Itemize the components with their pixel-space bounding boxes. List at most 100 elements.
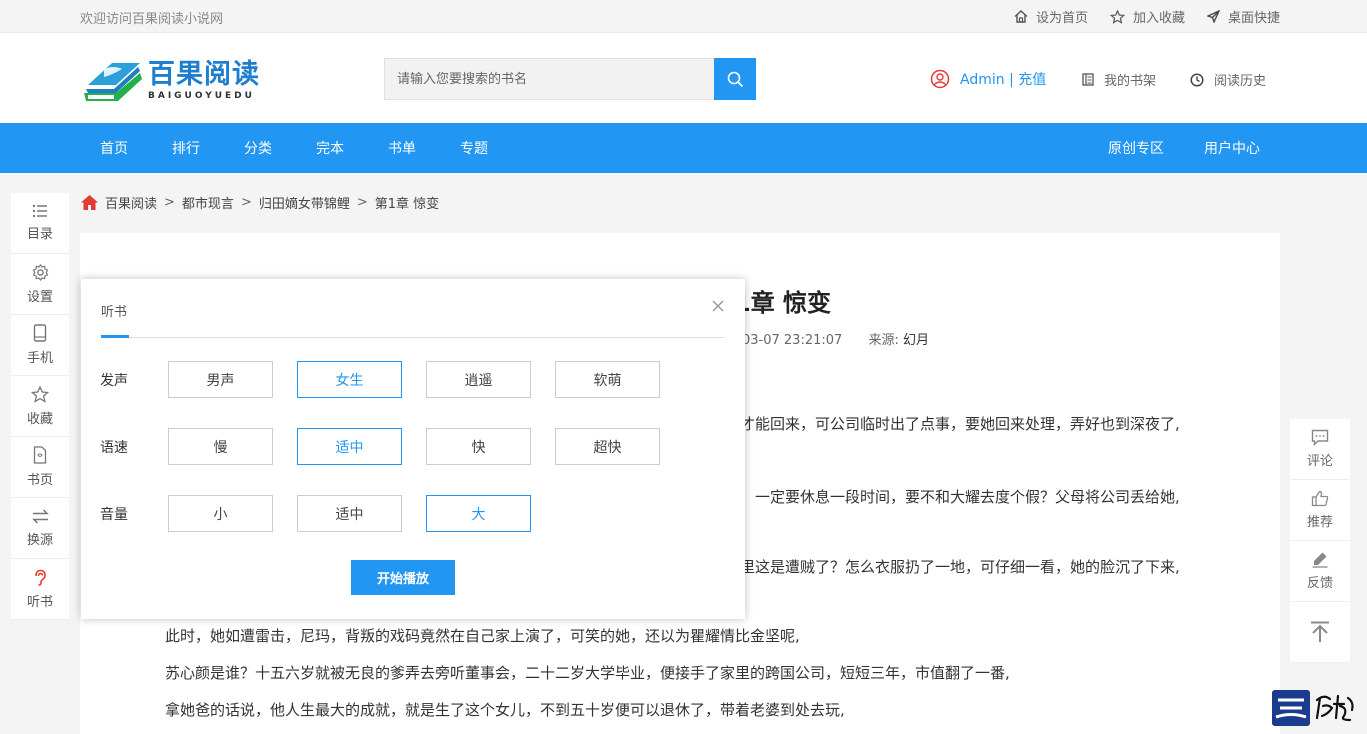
send-icon xyxy=(1206,10,1220,23)
back-to-top-button[interactable] xyxy=(1290,602,1350,663)
reading-history-label: 阅读历史 xyxy=(1214,74,1267,89)
user-area: Admin | 充值 xyxy=(930,69,1046,89)
search-input[interactable] xyxy=(384,58,714,100)
logo-chinese-text: 百果阅读 xyxy=(148,59,260,90)
sidebar-item-label: 设置 xyxy=(26,289,53,305)
sidebar-item-label: 听书 xyxy=(26,594,53,610)
start-playback-button[interactable]: 开始播放 xyxy=(351,560,455,595)
divider xyxy=(101,337,725,338)
set-homepage-link[interactable]: 设为首页 xyxy=(1014,7,1088,26)
sidebar-item-label: 推荐 xyxy=(1306,515,1333,530)
volume-option-high[interactable]: 大 xyxy=(426,495,531,532)
my-bookshelf-link[interactable]: 我的书架 xyxy=(1082,70,1156,89)
username-link[interactable]: Admin xyxy=(960,72,1005,88)
edit-icon xyxy=(1312,552,1328,568)
chapter-paragraph: 才能回来，可公司临时出了点事，要她回来处理，弄好也到深夜了, xyxy=(740,415,1180,433)
search-bar xyxy=(384,58,756,100)
nav-topics[interactable]: 专题 xyxy=(460,138,488,158)
gear-icon xyxy=(32,263,48,281)
my-bookshelf-label: 我的书架 xyxy=(1104,74,1157,89)
speed-option-super-fast[interactable]: 超快 xyxy=(555,428,660,465)
header: 百果阅读 BAIGUOYUEDU Admin | 充值 我的书架 阅读历史 xyxy=(0,33,1367,123)
voice-option-female[interactable]: 女生 xyxy=(297,361,402,398)
sidebar-item-comment[interactable]: 评论 xyxy=(1290,419,1350,480)
add-favorite-link[interactable]: 加入收藏 xyxy=(1109,7,1185,26)
corner-logo-mark xyxy=(1272,690,1310,726)
reading-history-link[interactable]: 阅读历史 xyxy=(1190,70,1266,89)
active-tab-indicator xyxy=(101,335,129,338)
sidebar-item-settings[interactable]: 设置 xyxy=(11,254,69,315)
sidebar-item-book-page[interactable]: 书页 xyxy=(11,437,69,498)
book-page-icon xyxy=(33,446,47,464)
listen-dialog: 听书 发声 男声 女生 逍遥 软萌 语速 慢 适中 快 超快 音量 小 适中 大… xyxy=(81,279,745,619)
voice-option-xiaoyao[interactable]: 逍遥 xyxy=(426,361,531,398)
thumbs-up-icon xyxy=(1311,490,1329,507)
voice-label: 发声 xyxy=(100,372,128,389)
add-favorite-label: 加入收藏 xyxy=(1132,11,1185,26)
breadcrumb-book[interactable]: 归田嫡女带锦鲤 xyxy=(259,193,350,212)
search-button[interactable] xyxy=(714,58,756,100)
search-icon xyxy=(727,71,743,87)
nav-ranking[interactable]: 排行 xyxy=(172,138,200,158)
chapter-time: 03-07 23:21:07 xyxy=(742,333,843,348)
desktop-shortcut-link[interactable]: 桌面快捷 xyxy=(1206,7,1280,26)
sidebar-item-recommend[interactable]: 推荐 xyxy=(1290,480,1350,541)
main-nav: 首页 排行 分类 完本 书单 专题 原创专区 用户中心 xyxy=(0,123,1367,173)
sidebar-item-catalog[interactable]: 目录 xyxy=(11,193,69,254)
sidebar-item-favorite[interactable]: 收藏 xyxy=(11,376,69,437)
recharge-link[interactable]: 充值 xyxy=(1018,72,1046,88)
sidebar-item-label: 反馈 xyxy=(1306,576,1333,591)
voice-option-cute[interactable]: 软萌 xyxy=(555,361,660,398)
breadcrumb-chapter: 第1章 惊变 xyxy=(374,197,440,212)
chapter-title: 1章 惊变 xyxy=(734,289,832,317)
nav-home[interactable]: 首页 xyxy=(100,138,128,158)
sidebar-item-label: 目录 xyxy=(26,227,53,242)
volume-option-medium[interactable]: 适中 xyxy=(297,495,402,532)
right-sidebar: 评论 推荐 反馈 xyxy=(1290,419,1350,663)
speed-option-medium[interactable]: 适中 xyxy=(297,428,402,465)
sidebar-item-listen[interactable]: 听书 xyxy=(11,559,69,620)
volume-option-low[interactable]: 小 xyxy=(168,495,273,532)
set-homepage-label: 设为首页 xyxy=(1035,11,1088,26)
speed-option-fast[interactable]: 快 xyxy=(426,428,531,465)
star-icon xyxy=(31,385,49,403)
chapter-paragraph: 拿她爸的话说，他人生最大的成就，就是生了这个女儿，不到五十岁便可以退休了，带着老… xyxy=(165,701,845,719)
logo-english-text: BAIGUOYUEDU xyxy=(148,91,255,101)
close-icon[interactable] xyxy=(709,297,727,315)
site-logo[interactable]: 百果阅读 BAIGUOYUEDU xyxy=(82,55,260,105)
top-links: 设为首页 加入收藏 桌面快捷 xyxy=(1014,7,1280,26)
user-avatar-icon xyxy=(930,69,950,89)
sidebar-item-label: 换源 xyxy=(26,532,53,548)
breadcrumb-category[interactable]: 都市现言 xyxy=(182,193,234,212)
dialog-title: 听书 xyxy=(101,305,128,320)
nav-completed[interactable]: 完本 xyxy=(316,138,344,158)
speed-option-slow[interactable]: 慢 xyxy=(168,428,273,465)
voice-row: 发声 男声 女生 逍遥 软萌 xyxy=(100,361,684,398)
header-links: 我的书架 阅读历史 xyxy=(1082,70,1266,89)
source-value: 幻月 xyxy=(902,333,929,348)
star-icon xyxy=(1109,9,1125,24)
sidebar-item-feedback[interactable]: 反馈 xyxy=(1290,541,1350,602)
left-sidebar: 目录 设置 手机 收藏 书页 换源 听书 xyxy=(11,193,69,620)
nav-category[interactable]: 分类 xyxy=(244,138,272,158)
desktop-shortcut-label: 桌面快捷 xyxy=(1227,11,1280,26)
sidebar-item-label: 收藏 xyxy=(26,411,53,427)
breadcrumb-site[interactable]: 百果阅读 xyxy=(105,193,157,212)
voice-option-male[interactable]: 男声 xyxy=(168,361,273,398)
top-bar: 欢迎访问百果阅读小说网 设为首页 加入收藏 桌面快捷 xyxy=(0,0,1367,33)
sidebar-item-mobile[interactable]: 手机 xyxy=(11,315,69,376)
comment-icon xyxy=(1311,429,1329,446)
swap-icon xyxy=(31,508,49,524)
nav-original-zone[interactable]: 原创专区 xyxy=(1108,138,1164,158)
speed-label: 语速 xyxy=(100,439,128,456)
home-icon xyxy=(81,195,98,210)
nav-booklist[interactable]: 书单 xyxy=(388,138,416,158)
chapter-paragraph: 此时，她如遭雷击，尼玛，背叛的戏码竟然在自己家上演了，可笑的她，还以为瞿耀情比金… xyxy=(165,627,800,645)
nav-user-center[interactable]: 用户中心 xyxy=(1204,138,1260,158)
sidebar-item-change-source[interactable]: 换源 xyxy=(11,498,69,559)
speed-row: 语速 慢 适中 快 超快 xyxy=(100,428,684,465)
breadcrumb-separator: > xyxy=(240,195,252,210)
bookshelf-icon xyxy=(1082,73,1094,86)
home-icon xyxy=(1014,10,1028,23)
clock-icon xyxy=(1190,72,1204,87)
